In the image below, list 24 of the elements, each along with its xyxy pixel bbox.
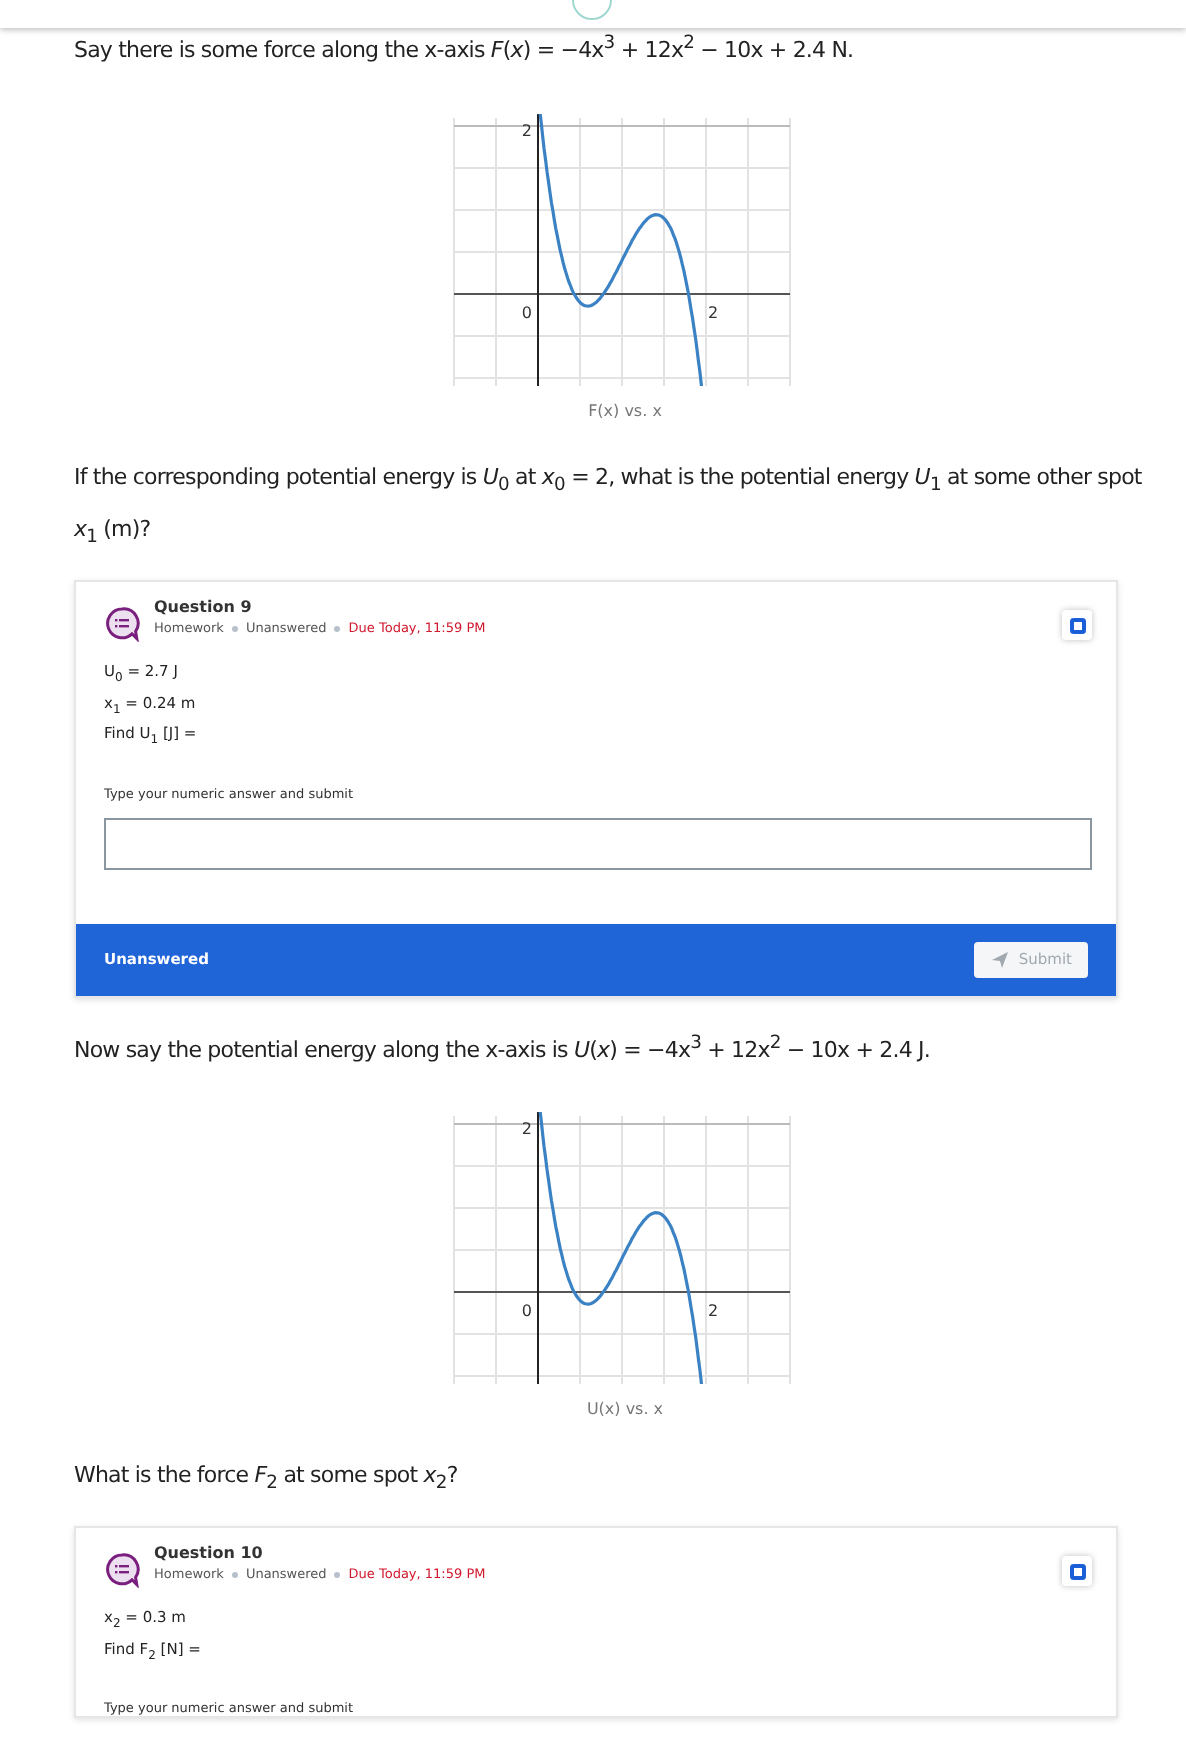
chat-list-icon — [104, 1552, 140, 1589]
graph-caption: F(x) vs. x — [588, 401, 662, 420]
separator-dot — [334, 625, 341, 632]
axis-tick-label: 2 — [707, 1302, 718, 1321]
question-text: If the corresponding potential energy is U$_{0}$ at x$_{0}$ = 2, what is the potential energy U$_{1}$ at some other spot x$_{1}$ (m)? — [74, 461, 1144, 553]
graph-caption: U(x) vs. x — [586, 1400, 664, 1419]
answer-field[interactable] — [104, 817, 1092, 870]
question-title: Question 10 — [154, 1544, 265, 1563]
bookmark-button[interactable] — [1062, 1556, 1092, 1587]
separator-dot — [231, 625, 238, 632]
axis-tick-label: 0 — [520, 1302, 531, 1321]
send-icon — [990, 949, 1011, 970]
question-text: Now say the potential energy along the x-axis is U(x) = −4x$^{3}$ + 12x$^{2}$ − 10x + 2.4 J. — [74, 1029, 932, 1067]
separator-dot — [334, 1571, 341, 1578]
axis-tick-label: 0 — [520, 303, 531, 322]
axis-tick-label: 2 — [520, 121, 531, 140]
question-title: Question 9 — [154, 598, 254, 617]
chat-list-icon — [104, 606, 140, 643]
question-text: Say there is some force along the x-axis F(x) = −4x$^{3}$ + 12x$^{2}$ − 10x + 2.4 N. — [74, 30, 856, 68]
axis-tick-label: 2 — [520, 1120, 531, 1139]
separator-dot — [231, 1571, 238, 1578]
bookmark-button[interactable] — [1062, 610, 1092, 641]
question-text: What is the force F$_{2}$ at some spot x$_{2}$? — [74, 1460, 460, 1499]
axis-tick-label: 2 — [707, 303, 718, 322]
